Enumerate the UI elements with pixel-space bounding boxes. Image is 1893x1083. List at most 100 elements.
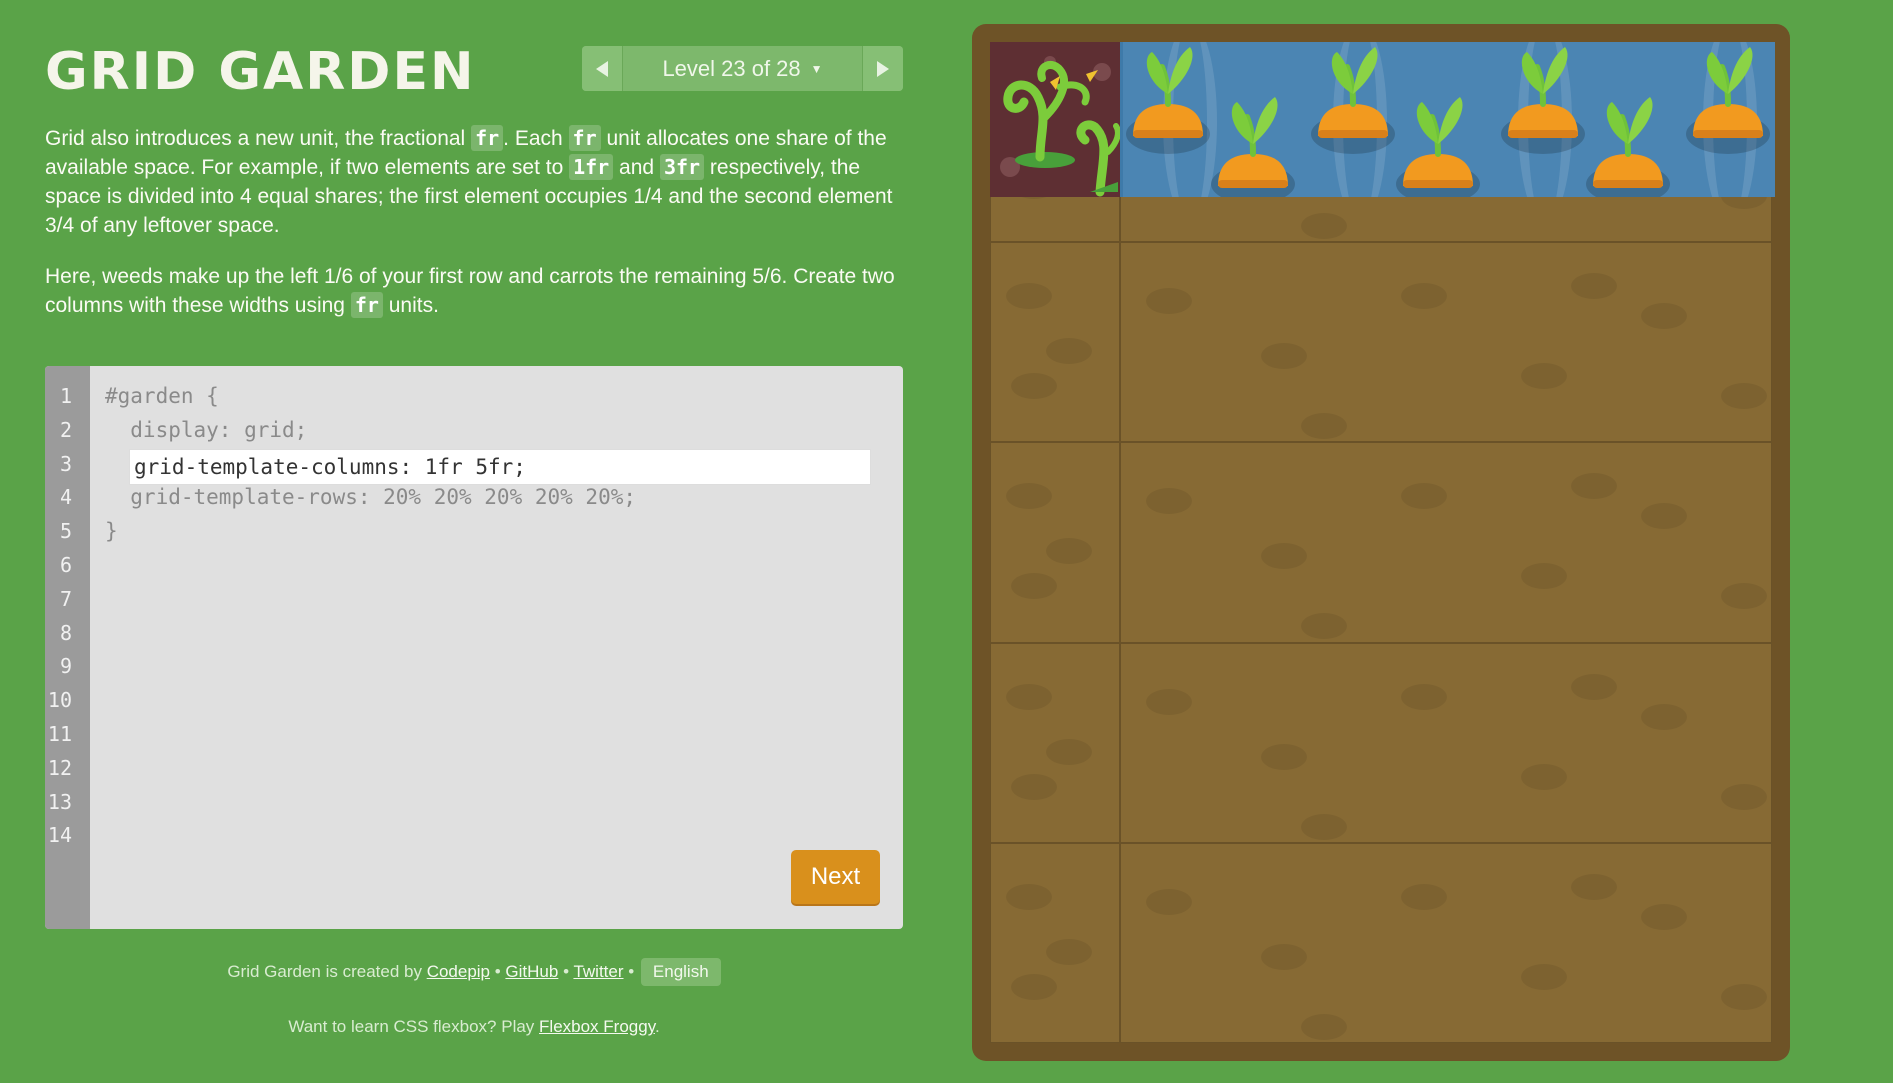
separator: • bbox=[558, 962, 574, 981]
carrots-icon bbox=[1126, 47, 1770, 197]
codepip-link[interactable]: Codepip bbox=[427, 962, 490, 981]
line-number: 4 bbox=[59, 485, 72, 510]
line-number: 2 bbox=[59, 417, 72, 442]
next-level-button[interactable] bbox=[862, 46, 903, 91]
next-button[interactable]: Next bbox=[791, 850, 880, 904]
line-number-gutter: 1 2 3 4 5 6 7 8 9 10 11 12 13 14 bbox=[45, 366, 90, 929]
soil-texture bbox=[1301, 1013, 1348, 1040]
code-line-4: grid-template-rows: 20% 20% 20% 20% 20%; bbox=[105, 485, 637, 510]
carrot-icon bbox=[1396, 97, 1480, 197]
soil-texture bbox=[1641, 303, 1688, 330]
soil-texture bbox=[1301, 813, 1348, 840]
soil-texture bbox=[1006, 283, 1052, 310]
separator: • bbox=[490, 962, 506, 981]
code-snippet: fr bbox=[350, 292, 383, 318]
line-number: 10 bbox=[47, 688, 72, 713]
soil-texture bbox=[1401, 483, 1448, 510]
instructions-paragraph-1: Grid also introduces a new unit, the fra… bbox=[45, 124, 903, 240]
soil-texture bbox=[1401, 883, 1448, 910]
carrot-icon bbox=[1686, 47, 1770, 154]
soil-cell bbox=[1120, 642, 1772, 843]
instructions: Grid also introduces a new unit, the fra… bbox=[45, 124, 903, 342]
twitter-link[interactable]: Twitter bbox=[573, 962, 623, 981]
code-snippet: fr bbox=[471, 125, 504, 151]
garden-frame bbox=[972, 24, 1790, 1061]
credits-text: Grid Garden is created by bbox=[227, 962, 427, 981]
level-label: Level 23 of 28 bbox=[662, 55, 801, 81]
carrot-icon bbox=[1311, 47, 1395, 154]
code-line-2: display: grid; bbox=[105, 417, 308, 442]
soil-texture bbox=[1046, 538, 1092, 565]
soil-cell bbox=[1120, 442, 1772, 643]
soil-texture bbox=[1146, 288, 1193, 315]
code-line-1: #garden { bbox=[105, 384, 219, 408]
instruction-text: units. bbox=[382, 294, 439, 317]
line-number: 13 bbox=[47, 789, 72, 814]
soil-texture bbox=[1146, 488, 1193, 515]
soil-texture bbox=[1046, 938, 1092, 965]
soil-texture bbox=[1571, 273, 1618, 300]
soil-cell bbox=[1120, 842, 1772, 1043]
soil-texture bbox=[1011, 773, 1057, 800]
weed-plot bbox=[990, 42, 1120, 197]
line-number: 6 bbox=[59, 552, 72, 577]
promo-suffix: . bbox=[654, 1017, 660, 1036]
flexbox-froggy-link[interactable]: Flexbox Froggy bbox=[539, 1017, 655, 1036]
instructions-paragraph-2: Here, weeds make up the left 1/6 of your… bbox=[45, 262, 903, 320]
soil-texture bbox=[1521, 563, 1568, 590]
weed-icon bbox=[1000, 56, 1120, 197]
soil-texture bbox=[1006, 883, 1052, 910]
previous-level-button[interactable] bbox=[582, 46, 623, 91]
carrot-icon bbox=[1501, 47, 1585, 154]
soil-texture bbox=[1146, 888, 1193, 915]
soil-cell bbox=[1120, 242, 1772, 443]
soil-texture bbox=[1641, 903, 1688, 930]
promo: Want to learn CSS flexbox? Play Flexbox … bbox=[45, 1017, 903, 1037]
soil-texture bbox=[1721, 583, 1768, 610]
instruction-text: Here, weeds make up the left 1/6 of your… bbox=[45, 265, 895, 317]
carrot-icon bbox=[1211, 97, 1295, 197]
instruction-text: . Each bbox=[503, 127, 569, 150]
css-answer-input[interactable] bbox=[129, 449, 871, 485]
soil-texture bbox=[1571, 673, 1618, 700]
promo-text: Want to learn CSS flexbox? Play bbox=[288, 1017, 540, 1036]
soil-texture bbox=[1046, 338, 1092, 365]
soil-texture bbox=[1401, 283, 1448, 310]
soil-texture bbox=[1006, 483, 1052, 510]
soil-texture bbox=[1301, 613, 1348, 640]
line-number: 5 bbox=[59, 519, 72, 544]
separator: • bbox=[623, 962, 639, 981]
soil-texture bbox=[1006, 683, 1052, 710]
instruction-text: and bbox=[613, 156, 660, 179]
soil-texture bbox=[1571, 473, 1618, 500]
code-snippet: fr bbox=[568, 125, 601, 151]
line-number: 3 bbox=[59, 451, 72, 476]
soil-texture bbox=[1401, 683, 1448, 710]
soil-texture bbox=[1721, 983, 1768, 1010]
soil-texture bbox=[1641, 503, 1688, 530]
soil-cell bbox=[990, 242, 1121, 443]
triangle-right-icon bbox=[877, 60, 889, 77]
soil-texture bbox=[1261, 743, 1308, 770]
code-snippet: 3fr bbox=[659, 154, 705, 180]
soil-texture bbox=[1721, 383, 1768, 410]
soil-texture bbox=[1571, 873, 1618, 900]
soil-texture bbox=[1261, 343, 1308, 370]
soil-texture bbox=[1261, 543, 1308, 570]
language-button[interactable]: English bbox=[640, 958, 721, 986]
credits: Grid Garden is created by Codepip • GitH… bbox=[45, 958, 903, 986]
soil-texture bbox=[1521, 763, 1568, 790]
soil-texture bbox=[1301, 413, 1348, 440]
soil-cell bbox=[990, 842, 1121, 1043]
github-link[interactable]: GitHub bbox=[505, 962, 558, 981]
code-line-5: } bbox=[105, 519, 118, 544]
line-number: 9 bbox=[59, 654, 72, 679]
carrot-icon bbox=[1126, 47, 1210, 154]
level-indicator[interactable]: Level 23 of 28 ▼ bbox=[623, 46, 862, 91]
carrot-icon bbox=[1586, 97, 1670, 197]
line-number: 1 bbox=[59, 384, 72, 408]
soil-texture bbox=[1521, 963, 1568, 990]
soil-texture bbox=[1011, 973, 1057, 1000]
line-number: 8 bbox=[59, 620, 72, 645]
line-number: 12 bbox=[47, 755, 72, 780]
